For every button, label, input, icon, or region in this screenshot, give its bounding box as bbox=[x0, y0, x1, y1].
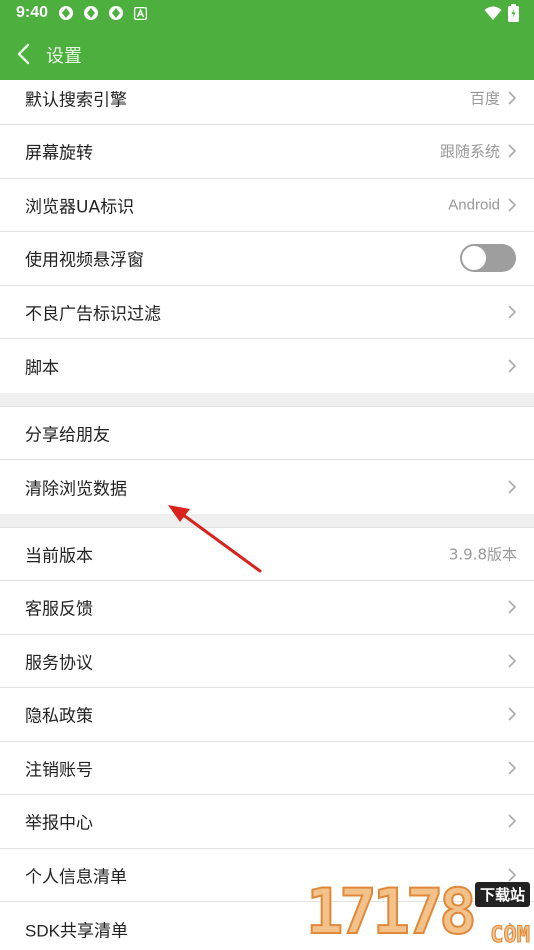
chevron-left-icon[interactable] bbox=[14, 42, 34, 66]
status-bar: 9:40 bbox=[0, 0, 534, 28]
setting-label: 屏幕旋转 bbox=[25, 143, 93, 164]
setting-label: 默认搜索引擎 bbox=[25, 90, 127, 111]
version-value: 3.9.8版本 bbox=[448, 545, 517, 564]
setting-value: Android bbox=[448, 196, 500, 214]
setting-label: 分享给朋友 bbox=[25, 425, 110, 446]
app-notification-icon bbox=[59, 6, 73, 20]
setting-value: 跟随系统 bbox=[439, 142, 500, 161]
red-arrow-annotation bbox=[168, 505, 262, 573]
setting-label: 个人信息清单 bbox=[25, 867, 127, 888]
wifi-icon bbox=[484, 6, 502, 20]
setting-share[interactable]: 分享给朋友 bbox=[0, 406, 534, 460]
setting-report-center[interactable]: 举报中心 bbox=[0, 795, 534, 849]
watermark-badge: 下载站 bbox=[474, 882, 530, 907]
setting-label: 举报中心 bbox=[25, 813, 93, 834]
setting-browser-ua[interactable]: 浏览器UA标识 Android bbox=[0, 178, 534, 232]
setting-label: 注销账号 bbox=[25, 760, 93, 781]
site-watermark: 17178 下载站 COM bbox=[302, 874, 534, 950]
app-notification-icon bbox=[84, 6, 98, 20]
status-time: 9:40 bbox=[16, 4, 49, 21]
toggle-knob bbox=[462, 246, 486, 271]
setting-label: 浏览器UA标识 bbox=[25, 197, 135, 218]
chevron-right-icon bbox=[508, 814, 517, 828]
setting-label: 不良广告标识过滤 bbox=[25, 304, 161, 325]
chevron-right-icon bbox=[508, 761, 517, 775]
chevron-right-icon bbox=[508, 359, 517, 373]
section-divider bbox=[0, 392, 534, 407]
watermark-suffix: COM bbox=[490, 923, 531, 949]
a-badge-icon bbox=[134, 7, 147, 20]
chevron-right-icon bbox=[508, 305, 517, 319]
chevron-right-icon bbox=[508, 144, 517, 158]
setting-privacy-policy[interactable]: 隐私政策 bbox=[0, 688, 534, 742]
chevron-right-icon bbox=[508, 480, 517, 494]
setting-label: 客服反馈 bbox=[25, 599, 93, 620]
setting-label: 隐私政策 bbox=[25, 706, 93, 727]
app-notification-icon bbox=[109, 6, 123, 20]
setting-value: 百度 bbox=[469, 89, 500, 108]
settings-group-general: 默认搜索引擎 百度 屏幕旋转 跟随系统 浏览器UA标识 Android 使用视频… bbox=[0, 80, 534, 393]
setting-label: 当前版本 bbox=[25, 546, 93, 567]
setting-default-search-engine[interactable]: 默认搜索引擎 百度 bbox=[0, 80, 534, 125]
watermark-digits: 17178 bbox=[305, 874, 478, 949]
setting-label: 脚本 bbox=[25, 358, 59, 379]
chevron-right-icon bbox=[508, 707, 517, 721]
setting-label: 清除浏览数据 bbox=[25, 479, 127, 500]
app-bar: 设置 bbox=[0, 28, 534, 80]
setting-label: 服务协议 bbox=[25, 653, 93, 674]
setting-delete-account[interactable]: 注销账号 bbox=[0, 741, 534, 795]
setting-video-float-window: 使用视频悬浮窗 bbox=[0, 232, 534, 286]
video-float-toggle[interactable] bbox=[460, 244, 516, 273]
setting-label: 使用视频悬浮窗 bbox=[25, 250, 144, 271]
setting-ad-filter[interactable]: 不良广告标识过滤 bbox=[0, 285, 534, 339]
chevron-right-icon bbox=[508, 654, 517, 668]
setting-screen-rotation[interactable]: 屏幕旋转 跟随系统 bbox=[0, 125, 534, 179]
chevron-right-icon bbox=[508, 198, 517, 212]
setting-scripts[interactable]: 脚本 bbox=[0, 339, 534, 393]
setting-label: SDK共享清单 bbox=[25, 921, 128, 941]
battery-icon bbox=[508, 4, 519, 22]
chevron-right-icon bbox=[508, 91, 517, 105]
chevron-right-icon bbox=[508, 600, 517, 614]
setting-service-agreement[interactable]: 服务协议 bbox=[0, 634, 534, 688]
setting-feedback[interactable]: 客服反馈 bbox=[0, 581, 534, 635]
page-title: 设置 bbox=[46, 46, 82, 67]
